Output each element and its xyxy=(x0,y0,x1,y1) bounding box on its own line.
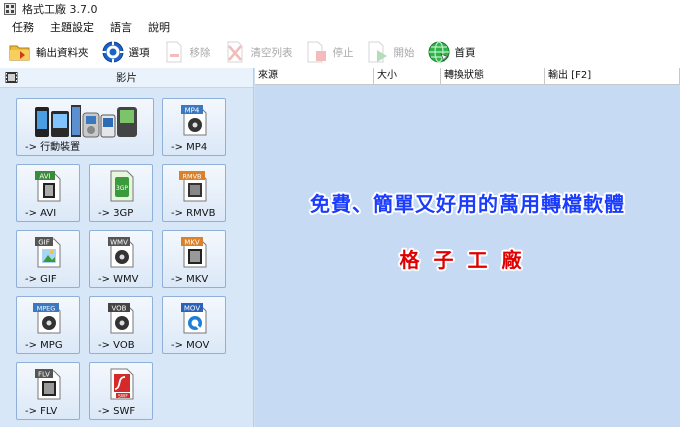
start-label: 開始 xyxy=(393,46,415,59)
promo-tagline: 免費、簡單又好用的萬用轉檔軟體 xyxy=(310,192,625,216)
home-globe-icon xyxy=(428,41,449,63)
tile-mpg[interactable]: MPEG -> MPG xyxy=(16,296,80,354)
homepage-label: 首頁 xyxy=(454,46,476,59)
tile-rmvb-label: -> RMVB xyxy=(171,208,216,219)
mpeg-file-icon: MPEG xyxy=(33,303,61,334)
menu-language[interactable]: 語言 xyxy=(110,19,132,35)
tile-flv[interactable]: FLV -> FLV xyxy=(16,362,80,420)
tile-mkv[interactable]: MKV -> MKV xyxy=(162,230,226,288)
svg-text:MOV: MOV xyxy=(184,305,200,313)
column-output[interactable]: 輸出 [F2] xyxy=(545,68,680,85)
mov-file-icon: MOV xyxy=(181,303,207,334)
tile-mov[interactable]: MOV -> MOV xyxy=(162,296,226,354)
tile-swf[interactable]: SWF -> SWF xyxy=(89,362,153,420)
svg-text:RMVB: RMVB xyxy=(182,173,201,181)
remove-file-icon xyxy=(166,41,181,63)
window-title: 格式工廠 3.7.0 xyxy=(22,3,98,16)
svg-text:VOB: VOB xyxy=(112,305,127,313)
svg-text:FLV: FLV xyxy=(38,371,50,379)
tile-vob[interactable]: VOB -> VOB xyxy=(89,296,153,354)
svg-text:MPEG: MPEG xyxy=(37,305,56,313)
svg-text:MP4: MP4 xyxy=(185,107,200,115)
tile-avi-label: -> AVI xyxy=(25,208,57,219)
svg-text:WMV: WMV xyxy=(110,239,128,247)
remove-label: 移除 xyxy=(189,46,211,59)
video-category-header[interactable]: 影片 xyxy=(0,68,253,88)
start-icon xyxy=(368,41,387,63)
svg-text:SWF: SWF xyxy=(118,394,128,400)
clear-list-label: 清空列表 xyxy=(250,46,293,59)
title-bar: 格式工廠 3.7.0 xyxy=(0,0,680,18)
video-category-label: 影片 xyxy=(116,72,137,84)
tile-rmvb[interactable]: RMVB -> RMVB xyxy=(162,164,226,222)
column-status[interactable]: 轉換狀態 xyxy=(441,68,545,85)
menu-skin[interactable]: 主題設定 xyxy=(50,19,94,35)
vob-file-icon: VOB xyxy=(108,303,134,334)
avi-file-icon: AVI xyxy=(35,171,61,202)
app-icon xyxy=(4,3,16,15)
swf-file-icon: SWF xyxy=(110,368,134,400)
flv-file-icon: FLV xyxy=(35,369,61,400)
start-button[interactable]: 開始 xyxy=(366,38,415,66)
rmvb-file-icon: RMVB xyxy=(179,171,207,202)
mp4-file-icon: MP4 xyxy=(181,105,207,136)
options-button[interactable]: 選項 xyxy=(101,38,150,66)
tile-vob-label: -> VOB xyxy=(98,340,135,351)
tile-wmv-label: -> WMV xyxy=(98,274,139,285)
toolbar: 輸出資料夾 選項 移除 清空列表 停止 開始 首頁 xyxy=(0,36,680,68)
film-icon xyxy=(5,72,18,83)
output-folder-label: 輸出資料夾 xyxy=(36,46,89,59)
gif-file-icon: GIF xyxy=(35,237,61,268)
tile-swf-label: -> SWF xyxy=(98,406,136,417)
menu-task[interactable]: 任務 xyxy=(12,19,34,35)
tile-mkv-label: -> MKV xyxy=(171,274,209,285)
homepage-button[interactable]: 首頁 xyxy=(427,38,476,66)
menu-help[interactable]: 說明 xyxy=(148,19,170,35)
task-list[interactable]: 來源 大小 轉換狀態 輸出 [F2] 免費、簡單又好用的萬用轉檔軟體 格子工廠 xyxy=(255,68,680,427)
svg-text:AVI: AVI xyxy=(39,173,50,181)
tile-gif[interactable]: GIF -> GIF xyxy=(16,230,80,288)
remove-button[interactable]: 移除 xyxy=(162,38,211,66)
mkv-file-icon: MKV xyxy=(181,237,207,268)
svg-text:MKV: MKV xyxy=(184,239,200,247)
format-panel: 影片 -> 行動裝置 MP4 -> MP4 AVI -> AVI 3GP -> … xyxy=(0,68,254,427)
wmv-file-icon: WMV xyxy=(108,237,134,268)
tile-avi[interactable]: AVI -> AVI xyxy=(16,164,80,222)
tile-gif-label: -> GIF xyxy=(25,274,57,285)
tile-flv-label: -> FLV xyxy=(25,406,58,417)
tile-mpg-label: -> MPG xyxy=(25,340,63,351)
output-folder-button[interactable]: 輸出資料夾 xyxy=(8,38,89,66)
clear-list-button[interactable]: 清空列表 xyxy=(223,38,293,66)
tile-mobile-devices-label: -> 行動裝置 xyxy=(25,142,81,153)
tile-wmv[interactable]: WMV -> WMV xyxy=(89,230,153,288)
tile-mp4-label: -> MP4 xyxy=(171,142,208,153)
mobile-devices-icon xyxy=(35,105,137,138)
svg-text:GIF: GIF xyxy=(38,239,50,247)
tile-3gp-label: -> 3GP xyxy=(98,208,134,219)
stop-label: 停止 xyxy=(332,46,354,59)
gear-icon xyxy=(101,41,124,63)
stop-icon xyxy=(307,41,326,63)
column-size[interactable]: 大小 xyxy=(374,68,441,85)
options-label: 選項 xyxy=(128,46,150,59)
tile-mov-label: -> MOV xyxy=(171,340,210,351)
tile-mobile-devices[interactable]: -> 行動裝置 xyxy=(16,98,154,156)
menu-bar: 任務 主題設定 語言 說明 xyxy=(0,18,680,36)
stop-button[interactable]: 停止 xyxy=(305,38,354,66)
3gp-file-icon: 3GP xyxy=(110,170,134,202)
clear-list-icon xyxy=(227,41,242,63)
folder-icon xyxy=(9,45,30,61)
column-source[interactable]: 來源 xyxy=(255,68,374,85)
svg-text:3GP: 3GP xyxy=(116,185,128,192)
tile-3gp[interactable]: 3GP -> 3GP xyxy=(89,164,153,222)
promo-app-name: 格子工廠 xyxy=(399,248,536,272)
tile-mp4[interactable]: MP4 -> MP4 xyxy=(162,98,226,156)
